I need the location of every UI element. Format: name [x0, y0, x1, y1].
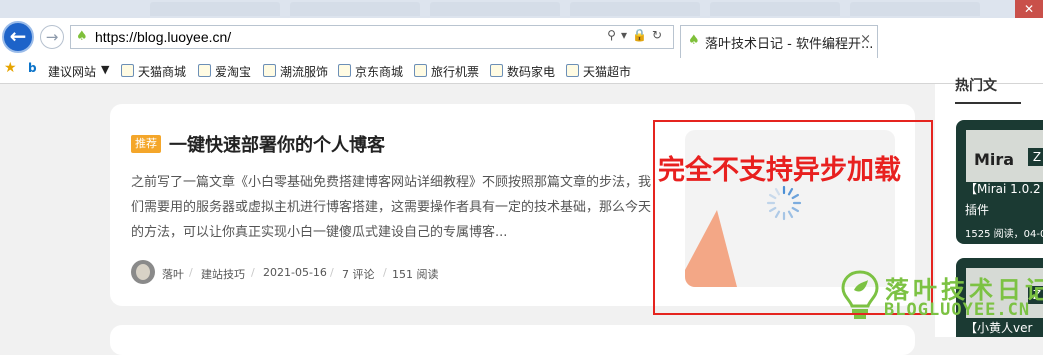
suggested-sites-link[interactable]: 建议网站 — [48, 63, 96, 80]
dropdown-icon[interactable]: ▾ — [621, 28, 632, 42]
address-bar[interactable]: ♠ https://blog.luoyee.cn/ ⚲▾🔒↻ — [70, 25, 674, 49]
background-tab[interactable] — [710, 2, 840, 16]
bing-icon: b — [28, 61, 37, 75]
post-excerpt: 之前写了一篇文章《小白零基础免费搭建博客网站详细教程》不顾按照那篇文章的步法，我… — [131, 175, 652, 240]
window-close-icon[interactable]: ✕ — [1015, 0, 1043, 18]
avatar[interactable] — [131, 260, 155, 284]
recommend-badge: 推荐 — [131, 135, 161, 153]
ie-page-icon — [121, 64, 134, 77]
ie-page-icon — [490, 64, 503, 77]
search-icon[interactable]: ⚲ — [607, 28, 621, 42]
watermark-english: BLOGLUOYEE.CN — [884, 300, 1031, 320]
favorite-link[interactable]: 天猫超市 — [566, 63, 631, 80]
post-date: 2021-05-16 — [263, 266, 327, 279]
favorite-link[interactable]: 数码家电 — [490, 63, 555, 80]
chevron-down-icon[interactable]: ▼ — [101, 63, 109, 76]
post-card[interactable] — [110, 325, 915, 355]
sidebar-post-subtitle: 插件 — [965, 203, 990, 217]
background-tab[interactable] — [430, 2, 560, 16]
background-tab[interactable] — [570, 2, 700, 16]
post-views: 151 阅读 — [392, 268, 439, 281]
sidebar-heading: 热门文 — [955, 75, 1021, 104]
refresh-icon[interactable]: ↻ — [652, 28, 667, 42]
thumbnail-text: Mira — [974, 150, 1015, 169]
address-tools: ⚲▾🔒↻ — [607, 28, 667, 42]
favorite-link[interactable]: 旅行机票 — [414, 63, 479, 80]
favorites-bar: ★ b 建议网站 ▼ 天猫商城 爱淘宝 潮流服饰 京东商城 旅行机票 数码家电 … — [0, 58, 1043, 84]
post-title[interactable]: 一键快速部署你的个人博客 — [169, 131, 385, 157]
back-button[interactable]: ← — [2, 21, 34, 53]
active-tab[interactable]: ♠ 落叶技术日记 - 软件编程开... × — [680, 25, 878, 58]
arrow-right-icon: → — [45, 28, 59, 46]
sidebar-post-title[interactable]: 【Mirai 1.0.2 — [965, 180, 1041, 197]
favorite-link[interactable]: 京东商城 — [338, 63, 403, 80]
favorite-link[interactable]: 爱淘宝 — [198, 63, 251, 80]
background-tab[interactable] — [290, 2, 420, 16]
site-favicon-icon: ♠ — [76, 29, 88, 44]
background-tab[interactable] — [850, 2, 980, 16]
tab-title: 落叶技术日记 - 软件编程开... — [705, 37, 874, 52]
ie-page-icon — [566, 64, 579, 77]
favorite-link[interactable]: 天猫商城 — [121, 63, 186, 80]
tab-strip: ✕ — [0, 0, 1043, 19]
favorites-star-icon[interactable]: ★ — [4, 60, 17, 76]
lock-icon[interactable]: 🔒 — [632, 28, 652, 42]
ie-page-icon — [263, 64, 276, 77]
post-author[interactable]: 落叶 — [162, 266, 184, 282]
corner-badge: Z — [1028, 148, 1043, 166]
lightbulb-leaf-icon — [841, 270, 879, 319]
annotation-text: 完全不支持异步加载 — [658, 155, 901, 186]
ie-page-icon — [198, 64, 211, 77]
background-tab[interactable] — [150, 2, 280, 16]
arrow-left-icon: ← — [9, 24, 27, 48]
favorite-link[interactable]: 潮流服饰 — [263, 63, 328, 80]
site-favicon-icon: ♠ — [688, 33, 700, 48]
ie-page-icon — [338, 64, 351, 77]
address-row: ← → ♠ https://blog.luoyee.cn/ ⚲▾🔒↻ ♠ 落叶技… — [0, 18, 1043, 58]
forward-button[interactable]: → — [40, 25, 64, 49]
tab-close-icon[interactable]: × — [860, 32, 871, 47]
sidebar-post-stats: 1525 阅读，04-0 — [965, 229, 1043, 240]
url-text[interactable]: https://blog.luoyee.cn/ — [95, 29, 231, 45]
post-category[interactable]: 建站技巧 — [201, 266, 245, 282]
sidebar-post-title[interactable]: 【小黄人ver — [965, 319, 1032, 336]
ie-page-icon — [414, 64, 427, 77]
post-comments[interactable]: 7 评论 — [342, 266, 375, 282]
